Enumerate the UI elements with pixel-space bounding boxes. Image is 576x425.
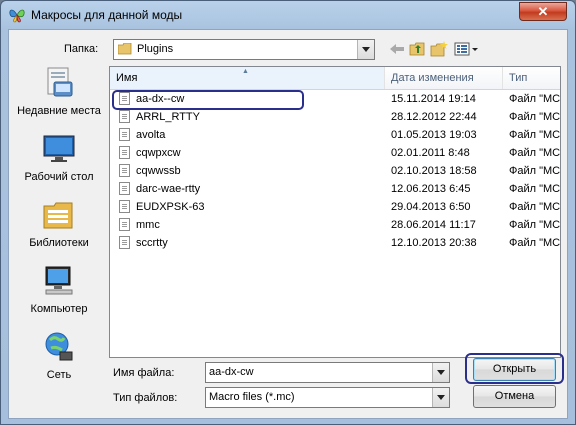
- filetype-select[interactable]: Macro files (*.mc): [205, 387, 450, 408]
- filename-input[interactable]: aa-dx-cw: [209, 366, 254, 378]
- file-date: 28.12.2012 22:44: [391, 111, 477, 123]
- file-icon: [119, 128, 130, 141]
- folder-label: Папка:: [64, 43, 99, 55]
- file-type: Файл "MC: [509, 111, 561, 123]
- file-date: 12.06.2013 6:45: [391, 183, 471, 195]
- file-icon: [119, 146, 130, 159]
- file-date: 28.06.2014 11:17: [391, 219, 476, 231]
- file-row[interactable]: cqwwssb 02.10.2013 18:58 Файл "MC: [110, 162, 561, 180]
- file-icon: [119, 182, 130, 195]
- file-row[interactable]: cqwpxcw 02.01.2011 8:48 Файл "MC: [110, 144, 561, 162]
- place-desktop[interactable]: Рабочий стол: [13, 132, 105, 184]
- file-type: Файл "MC: [509, 147, 561, 159]
- file-name: darc-wae-rtty: [136, 183, 201, 195]
- back-arrow-icon[interactable]: [388, 41, 406, 57]
- close-button[interactable]: ✕: [519, 2, 567, 21]
- butterfly-app-icon: [9, 9, 25, 23]
- place-label: Рабочий стол: [24, 171, 94, 183]
- file-name: ARRL_RTTY: [136, 111, 200, 123]
- computer-icon: [45, 266, 73, 295]
- file-icon: [119, 218, 130, 231]
- file-type: Файл "MC: [509, 237, 561, 249]
- new-folder-icon[interactable]: [430, 41, 448, 57]
- file-date: 02.01.2011 8:48: [391, 147, 470, 159]
- file-icon: [119, 110, 130, 123]
- file-type: Файл "MC: [509, 129, 561, 141]
- view-menu-icon[interactable]: [454, 41, 480, 57]
- file-date: 01.05.2013 19:03: [391, 129, 477, 141]
- file-date: 02.10.2013 18:58: [391, 165, 477, 177]
- filetype-label: Тип файлов:: [113, 392, 178, 404]
- file-row[interactable]: avolta 01.05.2013 19:03 Файл "MC: [110, 126, 561, 144]
- file-row[interactable]: ARRL_RTTY 28.12.2012 22:44 Файл "MC: [110, 108, 561, 126]
- file-open-dialog: Макросы для данной моды ✕ Папка: Plugins: [0, 0, 576, 425]
- dialog-body: Папка: Plugins Недавние места Рабочий ст…: [8, 29, 568, 419]
- filename-label: Имя файла:: [113, 367, 175, 379]
- column-header-type[interactable]: Тип: [503, 67, 560, 89]
- place-network[interactable]: Сеть: [13, 330, 105, 382]
- file-icon: [119, 164, 130, 177]
- up-folder-icon[interactable]: [409, 41, 427, 57]
- cancel-button[interactable]: Отмена: [473, 385, 556, 408]
- place-computer[interactable]: Компьютер: [13, 264, 105, 316]
- filename-combobox[interactable]: aa-dx-cw: [205, 362, 450, 383]
- folder-value: Plugins: [137, 43, 174, 55]
- place-label: Библиотеки: [29, 237, 89, 249]
- file-type: Файл "MC: [509, 201, 561, 213]
- folder-icon: [118, 43, 132, 55]
- place-label: Компьютер: [30, 303, 88, 315]
- file-row[interactable]: darc-wae-rtty 12.06.2013 6:45 Файл "MC: [110, 180, 561, 198]
- file-row[interactable]: sccrtty 12.10.2013 20:38 Файл "MC: [110, 234, 561, 252]
- filetype-dropdown-button[interactable]: [432, 388, 449, 407]
- file-icon: [119, 236, 130, 249]
- place-libraries[interactable]: Библиотеки: [13, 198, 105, 250]
- title-bar[interactable]: Макросы для данной моды ✕: [1, 1, 575, 29]
- file-name: sccrtty: [136, 237, 168, 249]
- open-button[interactable]: Открыть: [473, 358, 556, 381]
- file-date: 29.04.2013 6:50: [391, 201, 471, 213]
- file-date: 15.11.2014 19:14: [391, 93, 476, 105]
- sort-ascending-icon: ▲: [242, 68, 249, 75]
- window-title: Макросы для данной моды: [31, 8, 183, 22]
- file-list-header: Имя ▲ Дата изменения Тип: [110, 67, 560, 90]
- folder-combobox[interactable]: Plugins: [113, 39, 375, 60]
- column-header-date[interactable]: Дата изменения: [385, 67, 503, 89]
- file-type: Файл "MC: [509, 93, 561, 105]
- file-row[interactable]: mmc 28.06.2014 11:17 Файл "MC: [110, 216, 561, 234]
- folder-dropdown-button[interactable]: [357, 40, 374, 59]
- file-type: Файл "MC: [509, 183, 561, 195]
- file-icon: [119, 200, 130, 213]
- file-type: Файл "MC: [509, 165, 561, 177]
- desktop-icon: [43, 135, 75, 162]
- file-name: cqwpxcw: [136, 147, 181, 159]
- place-label: Сеть: [46, 369, 72, 381]
- selected-file-highlight: [112, 90, 304, 110]
- places-bar: Недавние места Рабочий стол Библиотеки К…: [13, 66, 105, 381]
- file-type: Файл "MC: [509, 219, 561, 231]
- file-name: EUDXPSK-63: [136, 201, 205, 213]
- file-date: 12.10.2013 20:38: [391, 237, 477, 249]
- recent-places-icon: [47, 67, 73, 97]
- place-label: Недавние места: [17, 105, 101, 117]
- place-recent[interactable]: Недавние места: [13, 66, 105, 118]
- filetype-value: Macro files (*.mc): [209, 391, 295, 403]
- network-icon: [45, 332, 73, 361]
- file-row[interactable]: EUDXPSK-63 29.04.2013 6:50 Файл "MC: [110, 198, 561, 216]
- file-name: mmc: [136, 219, 160, 231]
- file-name: avolta: [136, 129, 166, 141]
- filename-dropdown-button[interactable]: [432, 363, 449, 382]
- libraries-icon: [43, 202, 73, 229]
- file-name: cqwwssb: [136, 165, 181, 177]
